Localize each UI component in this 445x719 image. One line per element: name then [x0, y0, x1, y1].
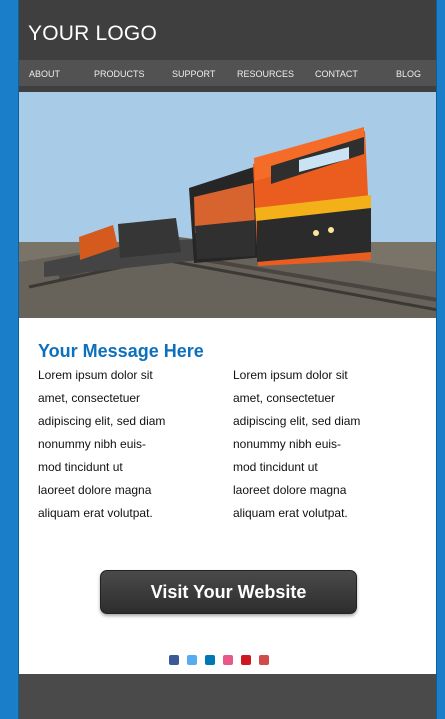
linkedin-icon[interactable] [205, 655, 215, 665]
hero-image [19, 92, 436, 318]
right-line-7: aliquam erat volutpat. [233, 506, 348, 520]
email-template: YOUR LOGO ABOUT PRODUCTS SUPPORT RESOURC… [18, 0, 437, 719]
left-line-2: amet, consectetuer [38, 391, 141, 405]
left-line-1: Lorem ipsum dolor sit [38, 368, 153, 382]
train-photo [19, 92, 436, 318]
right-line-6: laoreet dolore magna [233, 483, 347, 497]
right-line-5: mod tincidunt ut [233, 460, 318, 474]
header: YOUR LOGO ABOUT PRODUCTS SUPPORT RESOURC… [19, 0, 436, 92]
left-line-6: laoreet dolore magna [38, 483, 152, 497]
nav-blog[interactable]: BLOG [396, 69, 421, 79]
facebook-icon[interactable] [169, 655, 179, 665]
logo[interactable]: YOUR LOGO [28, 22, 157, 46]
right-line-3: adipiscing elit, sed diam [233, 414, 361, 428]
left-line-7: aliquam erat volutpat. [38, 506, 153, 520]
twitter-icon[interactable] [187, 655, 197, 665]
right-line-2: amet, consectetuer [233, 391, 336, 405]
right-column: Lorem ipsum dolor sit amet, consectetuer… [233, 364, 383, 525]
social-links [169, 655, 269, 665]
left-line-4: nonummy nibh euis- [38, 437, 147, 451]
left-column: Lorem ipsum dolor sit amet, consectetuer… [38, 364, 188, 525]
message-title: Your Message Here [38, 341, 204, 361]
nav-contact[interactable]: CONTACT [315, 69, 358, 79]
nav-resources[interactable]: RESOURCES [237, 69, 294, 79]
visit-website-button[interactable]: Visit Your Website [100, 570, 357, 614]
nav-support[interactable]: SUPPORT [172, 69, 215, 79]
left-line-3: adipiscing elit, sed diam [38, 414, 166, 428]
right-line-1: Lorem ipsum dolor sit [233, 368, 348, 382]
youtube-icon[interactable] [241, 655, 251, 665]
footer [19, 674, 436, 719]
rss-icon[interactable] [259, 655, 269, 665]
nav-bar: ABOUT PRODUCTS SUPPORT RESOURCES CONTACT… [19, 60, 436, 86]
nav-about[interactable]: ABOUT [29, 69, 60, 79]
left-line-5: mod tincidunt ut [38, 460, 123, 474]
nav-products[interactable]: PRODUCTS [94, 69, 145, 79]
right-line-4: nonummy nibh euis- [233, 437, 342, 451]
email-icon[interactable] [223, 655, 233, 665]
